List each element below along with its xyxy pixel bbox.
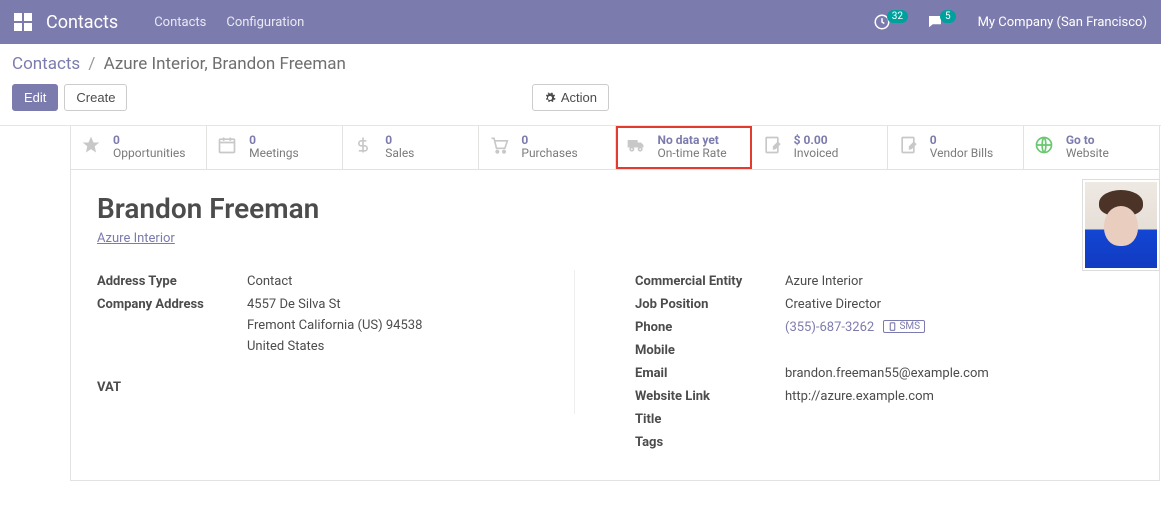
stat-label: Purchases <box>521 147 577 160</box>
stat-meetings[interactable]: 0Meetings <box>207 126 343 169</box>
edit-button[interactable]: Edit <box>12 84 58 111</box>
email-link[interactable]: brandon.freeman55@example.com <box>785 366 1133 381</box>
stat-label: Sales <box>385 147 414 160</box>
mobile-value <box>785 343 1133 358</box>
apps-icon[interactable] <box>14 13 32 31</box>
tags-label: Tags <box>635 435 785 450</box>
dollar-icon <box>353 135 375 159</box>
truck-icon <box>626 135 648 159</box>
left-column: Address Type Contact Company Address 455… <box>97 270 595 454</box>
title-label: Title <box>635 412 785 427</box>
mobile-label: Mobile <box>635 343 785 358</box>
job-position-value: Creative Director <box>785 297 1133 312</box>
job-position-label: Job Position <box>635 297 785 312</box>
tags-value <box>785 435 1133 450</box>
company-selector[interactable]: My Company (San Francisco) <box>978 15 1147 30</box>
address-type-value: Contact <box>247 274 595 289</box>
record-name: Brandon Freeman <box>97 192 1133 225</box>
activity-badge: 32 <box>887 10 908 23</box>
stat-label: Vendor Bills <box>930 147 993 160</box>
cart-icon <box>489 135 511 159</box>
discuss-counter[interactable]: 5 <box>926 13 960 31</box>
pencil-icon <box>762 135 784 159</box>
stat-vendor-bills[interactable]: 0Vendor Bills <box>888 126 1024 169</box>
action-button-label: Action <box>561 90 597 105</box>
stat-website[interactable]: Go toWebsite <box>1024 126 1159 169</box>
company-address-label: Company Address <box>97 297 247 354</box>
avatar[interactable] <box>1083 180 1159 270</box>
vat-value <box>247 380 595 395</box>
stat-label: Invoiced <box>794 147 839 160</box>
address-type-label: Address Type <box>97 274 247 289</box>
addr-line1: 4557 De Silva St <box>247 297 595 312</box>
stat-label: On-time Rate <box>658 147 727 160</box>
right-column: Commercial Entity Azure Interior Job Pos… <box>635 270 1133 454</box>
stat-sales[interactable]: 0Sales <box>343 126 479 169</box>
stat-label: Meetings <box>249 147 299 160</box>
phone-link[interactable]: (355)-687-3262 <box>785 320 874 335</box>
phone-value: (355)-687-3262 SMS <box>785 320 1133 335</box>
stat-opportunities[interactable]: 0Opportunities <box>71 126 207 169</box>
star-icon <box>81 135 103 159</box>
vat-label: VAT <box>97 380 247 395</box>
discuss-badge: 5 <box>940 10 956 23</box>
breadcrumb-sep: / <box>84 54 99 74</box>
parent-company-link[interactable]: Azure Interior <box>97 231 175 246</box>
sms-label: SMS <box>899 321 920 332</box>
breadcrumb: Contacts / Azure Interior, Brandon Freem… <box>0 44 1161 78</box>
topbar: Contacts Contacts Configuration 32 5 My … <box>0 0 1161 44</box>
addr-line2: Fremont California (US) 94538 <box>247 318 595 333</box>
gear-icon <box>544 92 556 104</box>
form-sheet: 0Opportunities0Meetings0Sales0PurchasesN… <box>70 126 1160 481</box>
email-label: Email <box>635 366 785 381</box>
action-button[interactable]: Action <box>532 84 609 111</box>
detail-columns: Address Type Contact Company Address 455… <box>71 260 1159 480</box>
addr-line3: United States <box>247 339 595 354</box>
title-value <box>785 412 1133 427</box>
commercial-entity-label: Commercial Entity <box>635 274 785 289</box>
phone-label: Phone <box>635 320 785 335</box>
calendar-icon <box>217 135 239 159</box>
commercial-entity-link[interactable]: Azure Interior <box>785 274 1133 289</box>
website-label: Website Link <box>635 389 785 404</box>
control-panel: Edit Create Action <box>0 78 1161 126</box>
sms-button[interactable]: SMS <box>883 320 925 333</box>
pencil-icon <box>898 135 920 159</box>
mobile-icon <box>888 322 897 331</box>
stat-on-time-rate[interactable]: No data yetOn-time Rate <box>616 126 752 169</box>
activity-counter[interactable]: 32 <box>873 13 912 31</box>
create-button[interactable]: Create <box>64 84 127 111</box>
stat-buttons: 0Opportunities0Meetings0Sales0PurchasesN… <box>71 126 1159 170</box>
breadcrumb-root[interactable]: Contacts <box>12 54 80 74</box>
stat-label: Website <box>1066 147 1109 160</box>
company-address-value: 4557 De Silva St Fremont California (US)… <box>247 297 595 354</box>
nav-contacts[interactable]: Contacts <box>154 15 206 30</box>
website-link[interactable]: http://azure.example.com <box>785 389 1133 404</box>
title-area: Brandon Freeman Azure Interior <box>71 170 1159 260</box>
nav-configuration[interactable]: Configuration <box>226 15 304 30</box>
stat-purchases[interactable]: 0Purchases <box>479 126 615 169</box>
breadcrumb-current: Azure Interior, Brandon Freeman <box>104 54 346 74</box>
stat-label: Opportunities <box>113 147 185 160</box>
stat-invoiced[interactable]: $ 0.00Invoiced <box>752 126 888 169</box>
globe-icon <box>1034 135 1056 159</box>
app-title: Contacts <box>46 12 118 33</box>
